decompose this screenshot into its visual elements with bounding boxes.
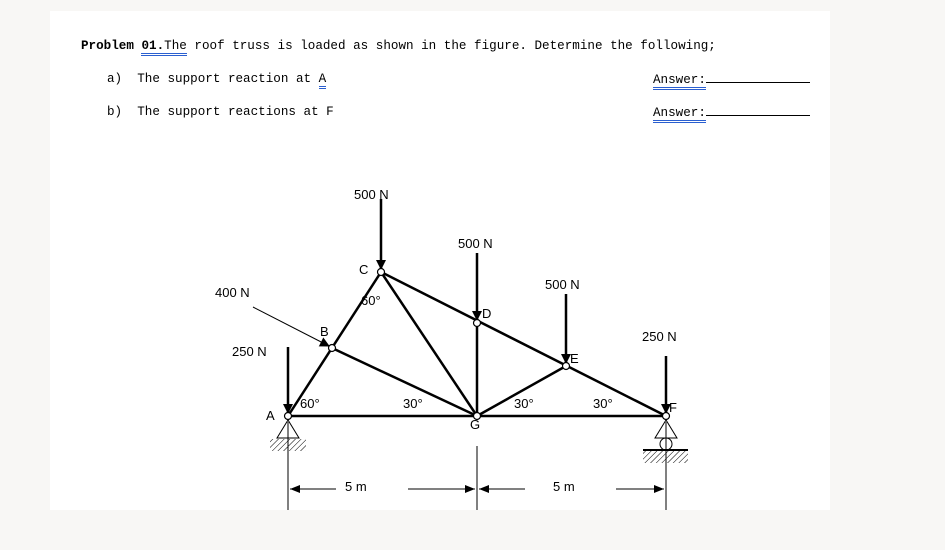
- joint-label-B: B: [320, 324, 329, 339]
- joint-label-A: A: [266, 408, 275, 423]
- joint-label-D: D: [482, 306, 491, 321]
- joint-E: [561, 361, 571, 371]
- dimension-label-GF: 5 m: [553, 479, 575, 494]
- load-label-C: 500 N: [354, 187, 389, 202]
- joint-label-C: C: [359, 262, 368, 277]
- member-CF: [380, 270, 667, 418]
- extension-lines: [287, 422, 667, 510]
- joint-D: [472, 318, 482, 328]
- joint-label-F: F: [669, 400, 677, 415]
- joint-label-G: G: [470, 417, 480, 432]
- joint-C: [376, 267, 386, 277]
- document-page: Problem 01.The roof truss is loaded as s…: [50, 11, 830, 510]
- load-label-E: 500 N: [545, 277, 580, 292]
- dimension-label-AG: 5 m: [345, 479, 367, 494]
- loads: [252, 199, 671, 414]
- load-label-D: 500 N: [458, 236, 493, 251]
- joint-A: [283, 411, 293, 421]
- joint-label-E: E: [570, 351, 579, 366]
- load-arrow-B: [252, 306, 330, 347]
- load-label-F: 250 N: [642, 329, 677, 344]
- angle-label-G-right: 30°: [514, 396, 534, 411]
- angle-label-G-left: 30°: [403, 396, 423, 411]
- joint-B: [327, 343, 337, 353]
- load-label-A: 250 N: [232, 344, 267, 359]
- truss-figure: 500 N 500 N 500 N 250 N 250 N 400 N A B …: [215, 187, 688, 510]
- angle-label-F: 30°: [593, 396, 613, 411]
- angle-label-A: 60°: [300, 396, 320, 411]
- load-label-B: 400 N: [215, 285, 250, 300]
- angle-label-C: 60°: [361, 293, 381, 308]
